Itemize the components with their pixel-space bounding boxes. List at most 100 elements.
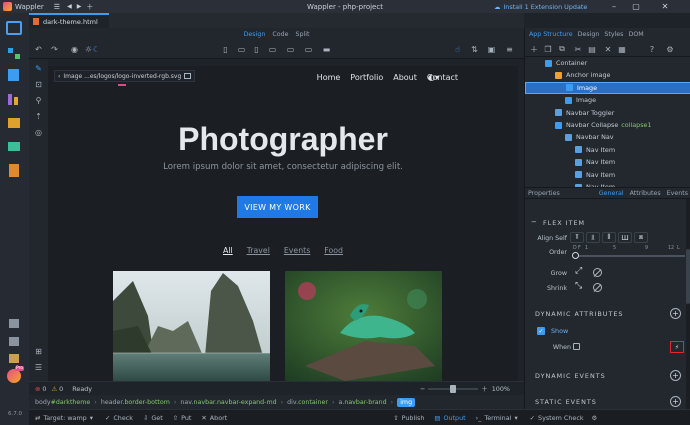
view-split[interactable]: Split <box>295 31 309 38</box>
add-icon[interactable]: ＋ <box>529 44 539 54</box>
grid-icon[interactable]: ⊞ <box>33 346 44 357</box>
crumb-img[interactable]: img <box>397 397 416 407</box>
menu-icon[interactable]: ☰ <box>54 3 60 11</box>
device-tablet-icon[interactable]: ▯ <box>251 44 262 55</box>
filter-food[interactable]: Food <box>324 246 343 255</box>
paste-icon[interactable]: ▤ <box>587 44 597 54</box>
abort-button[interactable]: Abort <box>210 414 227 422</box>
crumb-body[interactable]: body#darktheme <box>35 399 90 406</box>
filter-travel[interactable]: Travel <box>247 246 270 255</box>
nav-about[interactable]: About <box>393 73 417 82</box>
photo-mountains[interactable] <box>113 271 270 381</box>
align-self-baseline[interactable]: Ш <box>618 232 632 243</box>
selected-element-chip[interactable]: ‹ Image ...es/logos/logo-inverted-rgb.sv… <box>54 70 196 82</box>
dynamic-data-picker-icon[interactable]: ⚡ <box>670 341 684 353</box>
maximize-button[interactable]: ▢ <box>625 0 647 13</box>
chevron-down-icon[interactable]: ▾ <box>90 414 93 422</box>
tree-node[interactable]: Navbar Collapse collapse1 <box>525 119 690 131</box>
camera-icon[interactable]: ◉ <box>69 44 80 55</box>
collapse-icon[interactable]: − <box>531 218 537 226</box>
chevron-left-icon[interactable]: ‹ <box>58 73 60 80</box>
system-check-button[interactable]: System Check <box>538 414 584 422</box>
get-button[interactable]: Get <box>151 414 162 422</box>
duplicate-icon[interactable]: ⧉ <box>557 44 567 54</box>
notes-icon[interactable] <box>6 163 22 177</box>
notifications-icon[interactable] <box>6 351 22 365</box>
server-connect-icon[interactable] <box>6 46 22 60</box>
filter-all[interactable]: All <box>223 246 233 255</box>
new-tab-icon[interactable]: ＋ <box>86 2 93 12</box>
moon-icon[interactable]: ☾ <box>91 44 102 55</box>
photo-lizard[interactable] <box>285 271 442 381</box>
crumb-a[interactable]: a.navbar-brand <box>338 399 386 406</box>
align-self-center[interactable]: ⫴ <box>602 232 616 243</box>
cut-icon[interactable]: ✂ <box>573 44 583 54</box>
add-dynamic-attribute-icon[interactable]: + <box>670 308 681 319</box>
database-icon[interactable] <box>6 68 22 82</box>
pin-icon[interactable]: ⚲ <box>33 95 44 106</box>
check-button[interactable]: Check <box>113 414 133 422</box>
layers-icon[interactable] <box>6 139 22 153</box>
view-code[interactable]: Code <box>272 31 288 38</box>
select-tool-icon[interactable]: ☝ <box>452 44 463 55</box>
align-self-start[interactable]: ⫪ <box>570 232 584 243</box>
align-self-stretch[interactable]: ⧈ <box>634 232 648 243</box>
crumb-header[interactable]: header.border-bottom <box>101 399 170 406</box>
show-checkbox[interactable]: ✓ <box>537 327 545 335</box>
zoom-level[interactable]: 100% <box>492 385 510 393</box>
output-tab[interactable]: Output <box>443 414 465 422</box>
style-tool-icon[interactable]: ⇅ <box>469 44 480 55</box>
settings-icon[interactable]: ⚙ <box>592 414 598 422</box>
delete-icon[interactable]: ✕ <box>603 44 613 54</box>
tab-app-structure[interactable]: App Structure <box>529 31 573 38</box>
device-wide-icon[interactable]: ▭ <box>303 44 314 55</box>
element-tool-icon[interactable]: ▣ <box>486 44 497 55</box>
copy-icon[interactable]: ❐ <box>543 44 553 54</box>
view-my-work-button[interactable]: VIEW MY WORK <box>237 196 318 218</box>
device-desktop-icon[interactable]: ▭ <box>285 44 296 55</box>
crop-icon[interactable]: ⊡ <box>33 79 44 90</box>
pick-icon[interactable]: ⇡ <box>33 111 44 122</box>
terminal-tab[interactable]: Terminal <box>484 414 511 422</box>
grow-none-icon[interactable] <box>593 268 602 277</box>
order-slider[interactable] <box>572 252 685 259</box>
code-tool-icon[interactable]: ≡ <box>504 44 515 55</box>
terminal-menu-icon[interactable]: ▾ <box>514 414 517 422</box>
add-static-event-icon[interactable]: + <box>670 396 681 407</box>
tab-design[interactable]: Design <box>578 31 600 38</box>
help-circle-icon[interactable]: ? <box>647 44 657 54</box>
nav-portfolio[interactable]: Portfolio <box>350 73 383 82</box>
redo-icon[interactable]: ↷ <box>49 44 60 55</box>
shrink-icon[interactable]: ⤡ <box>575 281 582 291</box>
view-design[interactable]: Design <box>244 31 266 38</box>
close-button[interactable]: ✕ <box>654 0 676 13</box>
wrap-icon[interactable]: ▦ <box>617 44 627 54</box>
tree-node[interactable]: Navbar Toggler <box>525 107 690 119</box>
tree-node[interactable]: Container <box>525 57 690 69</box>
prop-tab-attributes[interactable]: Attributes <box>630 190 661 197</box>
prop-tab-events[interactable]: Events <box>667 190 688 197</box>
theme-toggle-icon[interactable]: ◐▾ <box>428 73 439 82</box>
grow-icon[interactable]: ⤢ <box>575 266 582 276</box>
prop-tab-general[interactable]: General <box>599 190 624 197</box>
pages-icon[interactable] <box>6 21 22 35</box>
device-mobile-landscape-icon[interactable]: ▭ <box>236 44 247 55</box>
shrink-none-icon[interactable] <box>593 283 602 292</box>
zoom-in-icon[interactable]: ＋ <box>481 384 487 393</box>
zoom-out-icon[interactable]: − <box>420 385 425 393</box>
tab-dom[interactable]: DOM <box>628 31 643 38</box>
put-button[interactable]: Put <box>181 414 191 422</box>
device-tablet-landscape-icon[interactable]: ▭ <box>267 44 278 55</box>
warning-icon[interactable]: ⚠ <box>51 385 57 393</box>
device-full-icon[interactable]: ▬ <box>321 44 332 55</box>
error-icon[interactable]: ⊗ <box>35 385 40 393</box>
target-select[interactable]: Target: wamp <box>43 414 86 422</box>
tree-node[interactable]: Nav Item <box>525 156 690 168</box>
tree-node[interactable]: Image <box>525 94 690 106</box>
edit-icon[interactable]: ✎ <box>33 63 44 74</box>
tree-node[interactable]: Anchor image <box>525 69 690 81</box>
help-icon[interactable] <box>6 334 22 348</box>
back-icon[interactable]: ◀ <box>67 3 72 10</box>
tree-node[interactable]: Nav Item <box>525 144 690 156</box>
nav-home[interactable]: Home <box>317 73 341 82</box>
